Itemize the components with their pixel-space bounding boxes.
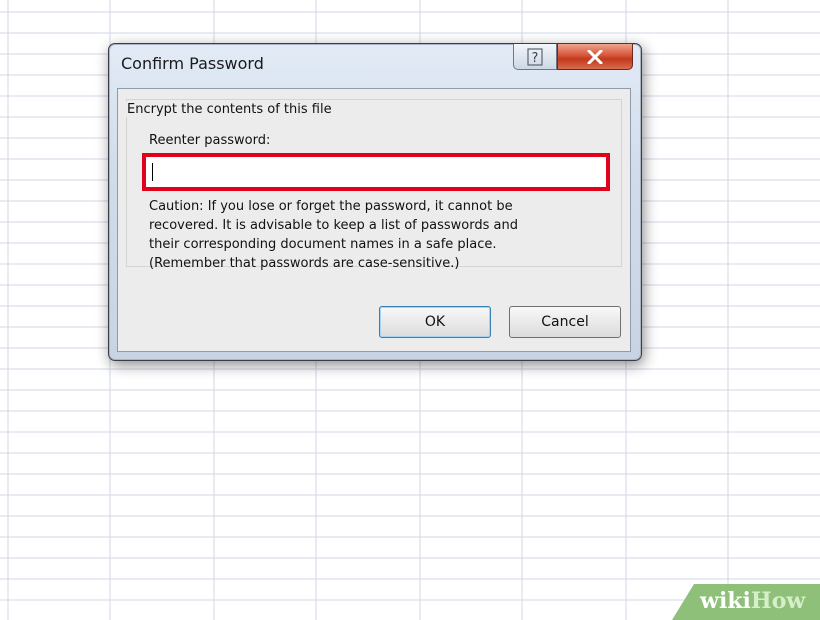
close-icon (587, 49, 603, 64)
ok-button[interactable]: OK (379, 306, 491, 338)
text-caret (152, 163, 153, 181)
reenter-password-input[interactable] (142, 153, 610, 191)
cancel-button[interactable]: Cancel (509, 306, 621, 338)
group-label: Encrypt the contents of this file (125, 102, 336, 117)
help-button[interactable]: ? (513, 44, 557, 70)
help-icon: ? (527, 47, 543, 66)
dialog-title: Confirm Password (121, 54, 264, 73)
svg-text:?: ? (532, 51, 539, 66)
close-button[interactable] (557, 44, 633, 70)
watermark-logo: wikiHow (700, 588, 806, 614)
caution-text: Caution: If you lose or forget the passw… (149, 199, 518, 271)
reenter-password-label: Reenter password: (149, 133, 271, 148)
confirm-password-dialog: Confirm Password ? Encrypt the contents … (108, 43, 642, 361)
